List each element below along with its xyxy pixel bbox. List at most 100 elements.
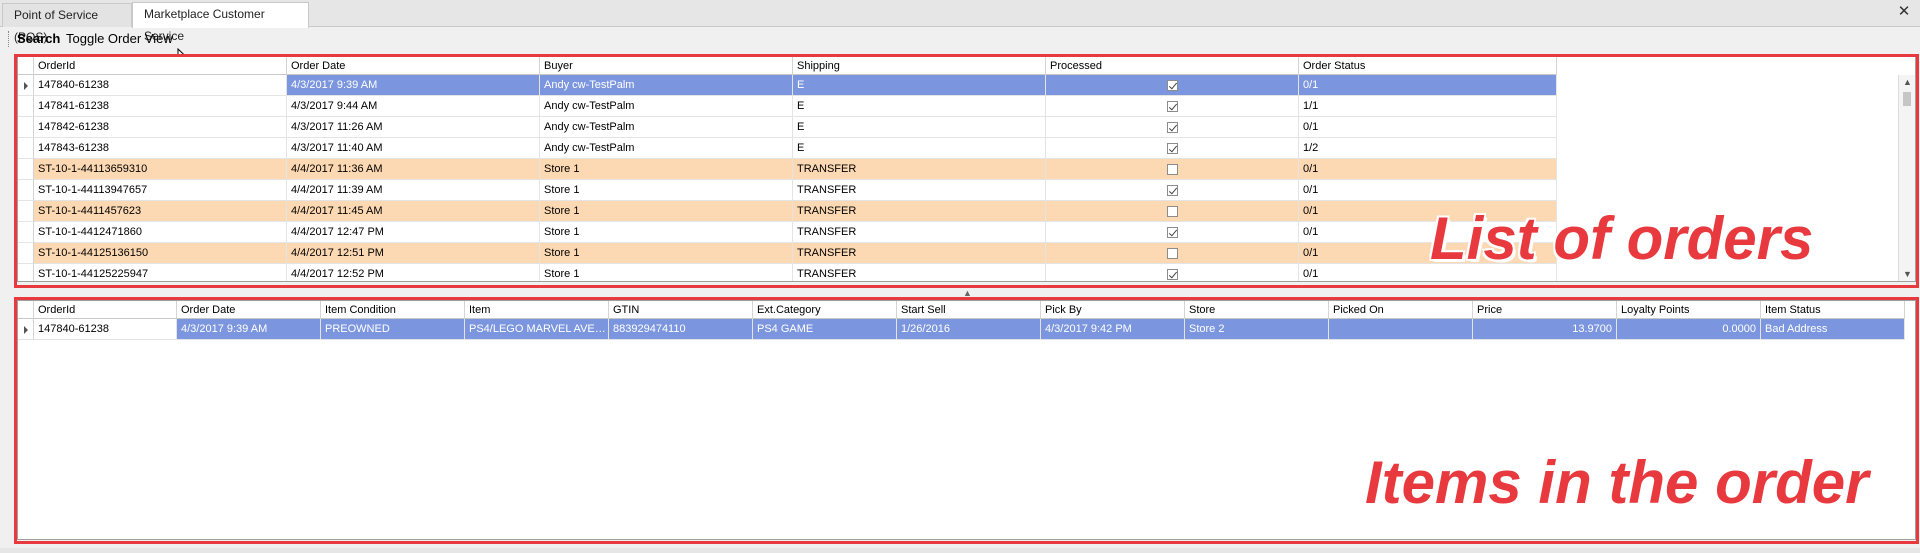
column-header-orderstatus[interactable]: Order Status [1299,57,1557,75]
scrollbar-thumb[interactable] [1903,92,1911,106]
cell-loyaltypoints[interactable]: 0.0000 [1617,319,1761,340]
processed-checkbox[interactable] [1166,101,1178,112]
cell-orderid[interactable]: ST-10-1-44113659310 [34,159,287,180]
processed-checkbox[interactable] [1166,80,1178,91]
cell-buyer[interactable]: Andy cw-TestPalm [540,75,793,96]
cell-buyer[interactable]: Store 1 [540,180,793,201]
cell-processed[interactable] [1046,201,1299,222]
orders-grid-scrollbar[interactable]: ▲ ▼ [1898,75,1915,281]
column-header-orderid[interactable]: OrderId [34,57,287,75]
cell-processed[interactable] [1046,138,1299,159]
tab-marketplace-customer-service[interactable]: Marketplace Customer Service [132,2,309,43]
table-row[interactable]: ST-10-1-44125136150 4/4/2017 12:51 PM Stor… [18,243,1557,264]
table-row[interactable]: ST-10-1-4412471860 4/4/2017 12:47 PM Store… [18,222,1557,243]
table-row[interactable]: 147840-61238 4/3/2017 9:39 AM Andy cw-Test… [18,75,1557,96]
cell-orderid[interactable]: 147841-61238 [34,96,287,117]
cell-shipping[interactable]: TRANSFER [793,180,1046,201]
cell-price[interactable]: 13.9700 [1473,319,1617,340]
scroll-down-icon[interactable]: ▼ [1903,270,1912,279]
cell-extcategory[interactable]: PS4 GAME [753,319,897,340]
column-header-gtin[interactable]: GTIN [609,301,753,319]
tab-point-of-service[interactable]: Point of Service (POS) [2,3,132,44]
cell-orderstatus[interactable]: 1/2 [1299,138,1557,159]
processed-checkbox[interactable] [1166,227,1178,238]
cell-itemstatus[interactable]: Bad Address [1761,319,1905,340]
column-header-price[interactable]: Price [1473,301,1617,319]
row-indicator[interactable] [18,319,34,340]
cell-orderid[interactable]: ST-10-1-4411457623 [34,201,287,222]
cell-orderid[interactable]: 147840-61238 [34,319,177,340]
table-row[interactable]: ST-10-1-4411457623 4/4/2017 11:45 AM Store… [18,201,1557,222]
row-indicator[interactable] [18,264,34,281]
cell-buyer[interactable]: Store 1 [540,243,793,264]
column-header-processed[interactable]: Processed [1046,57,1299,75]
table-row[interactable]: ST-10-1-44113947657 4/4/2017 11:39 AM Stor… [18,180,1557,201]
column-header-itemcondition[interactable]: Item Condition [321,301,465,319]
row-indicator[interactable] [18,222,34,243]
column-header-orderid[interactable]: OrderId [34,301,177,319]
cell-processed[interactable] [1046,117,1299,138]
column-header-extcategory[interactable]: Ext.Category [753,301,897,319]
column-header-store[interactable]: Store [1185,301,1329,319]
cell-processed[interactable] [1046,264,1299,281]
cell-orderid[interactable]: ST-10-1-4412471860 [34,222,287,243]
cell-buyer[interactable]: Store 1 [540,201,793,222]
cell-shipping[interactable]: E [793,117,1046,138]
scroll-up-icon[interactable]: ▲ [1903,78,1912,87]
cell-orderid[interactable]: ST-10-1-44113947657 [34,180,287,201]
processed-checkbox[interactable] [1166,248,1178,259]
processed-checkbox[interactable] [1166,269,1178,280]
cell-shipping[interactable]: E [793,75,1046,96]
cell-pickedon[interactable] [1329,319,1473,340]
cell-gtin[interactable]: 883929474110 [609,319,753,340]
cell-buyer[interactable]: Store 1 [540,222,793,243]
close-icon[interactable]: ✕ [1896,4,1912,20]
cell-buyer[interactable]: Store 1 [540,264,793,281]
cell-orderstatus[interactable]: 0/1 [1299,117,1557,138]
table-row[interactable]: 147843-61238 4/3/2017 11:40 AM Andy cw-Tes… [18,138,1557,159]
cell-orderdate[interactable]: 4/4/2017 11:39 AM [287,180,540,201]
processed-checkbox[interactable] [1166,185,1178,196]
cell-shipping[interactable]: TRANSFER [793,243,1046,264]
cell-orderdate[interactable]: 4/3/2017 9:39 AM [177,319,321,340]
table-row[interactable]: 147842-61238 4/3/2017 11:26 AM Andy cw-Tes… [18,117,1557,138]
table-row[interactable]: 147840-61238 4/3/2017 9:39 AM PREOWNED PS4/… [18,319,1905,340]
cell-shipping[interactable]: TRANSFER [793,264,1046,281]
cell-processed[interactable] [1046,96,1299,117]
processed-checkbox[interactable] [1166,164,1178,175]
cell-orderstatus[interactable]: 0/1 [1299,180,1557,201]
cell-buyer[interactable]: Andy cw-TestPalm [540,117,793,138]
column-header-startsell[interactable]: Start Sell [897,301,1041,319]
processed-checkbox[interactable] [1166,122,1178,133]
cell-orderdate[interactable]: 4/4/2017 11:45 AM [287,201,540,222]
cell-shipping[interactable]: E [793,138,1046,159]
row-indicator[interactable] [18,96,34,117]
cell-processed[interactable] [1046,222,1299,243]
processed-checkbox[interactable] [1166,143,1178,154]
cell-orderdate[interactable]: 4/3/2017 11:26 AM [287,117,540,138]
column-header-item[interactable]: Item [465,301,609,319]
cell-orderstatus[interactable]: 1/1 [1299,96,1557,117]
cell-orderstatus[interactable]: 0/1 [1299,75,1557,96]
column-header-pickby[interactable]: Pick By [1041,301,1185,319]
chevron-up-icon[interactable]: ▲ [963,288,972,298]
table-row[interactable]: ST-10-1-44125225947 4/4/2017 12:52 PM Stor… [18,264,1557,281]
search-button[interactable]: Search [17,31,60,47]
cell-processed[interactable] [1046,180,1299,201]
cell-startsell[interactable]: 1/26/2016 [897,319,1041,340]
cell-processed[interactable] [1046,243,1299,264]
grid-splitter[interactable]: ▲ [0,288,1920,298]
cell-orderdate[interactable]: 4/3/2017 11:40 AM [287,138,540,159]
cell-orderid[interactable]: 147843-61238 [34,138,287,159]
row-indicator[interactable] [18,138,34,159]
cell-processed[interactable] [1046,75,1299,96]
cell-orderdate[interactable]: 4/4/2017 11:36 AM [287,159,540,180]
column-header-shipping[interactable]: Shipping [793,57,1046,75]
table-row[interactable]: ST-10-1-44113659310 4/4/2017 11:36 AM Stor… [18,159,1557,180]
cell-shipping[interactable]: TRANSFER [793,222,1046,243]
cell-buyer[interactable]: Store 1 [540,159,793,180]
cell-orderdate[interactable]: 4/3/2017 9:39 AM [287,75,540,96]
row-indicator[interactable] [18,75,34,96]
cell-buyer[interactable]: Andy cw-TestPalm [540,96,793,117]
column-header-buyer[interactable]: Buyer [540,57,793,75]
